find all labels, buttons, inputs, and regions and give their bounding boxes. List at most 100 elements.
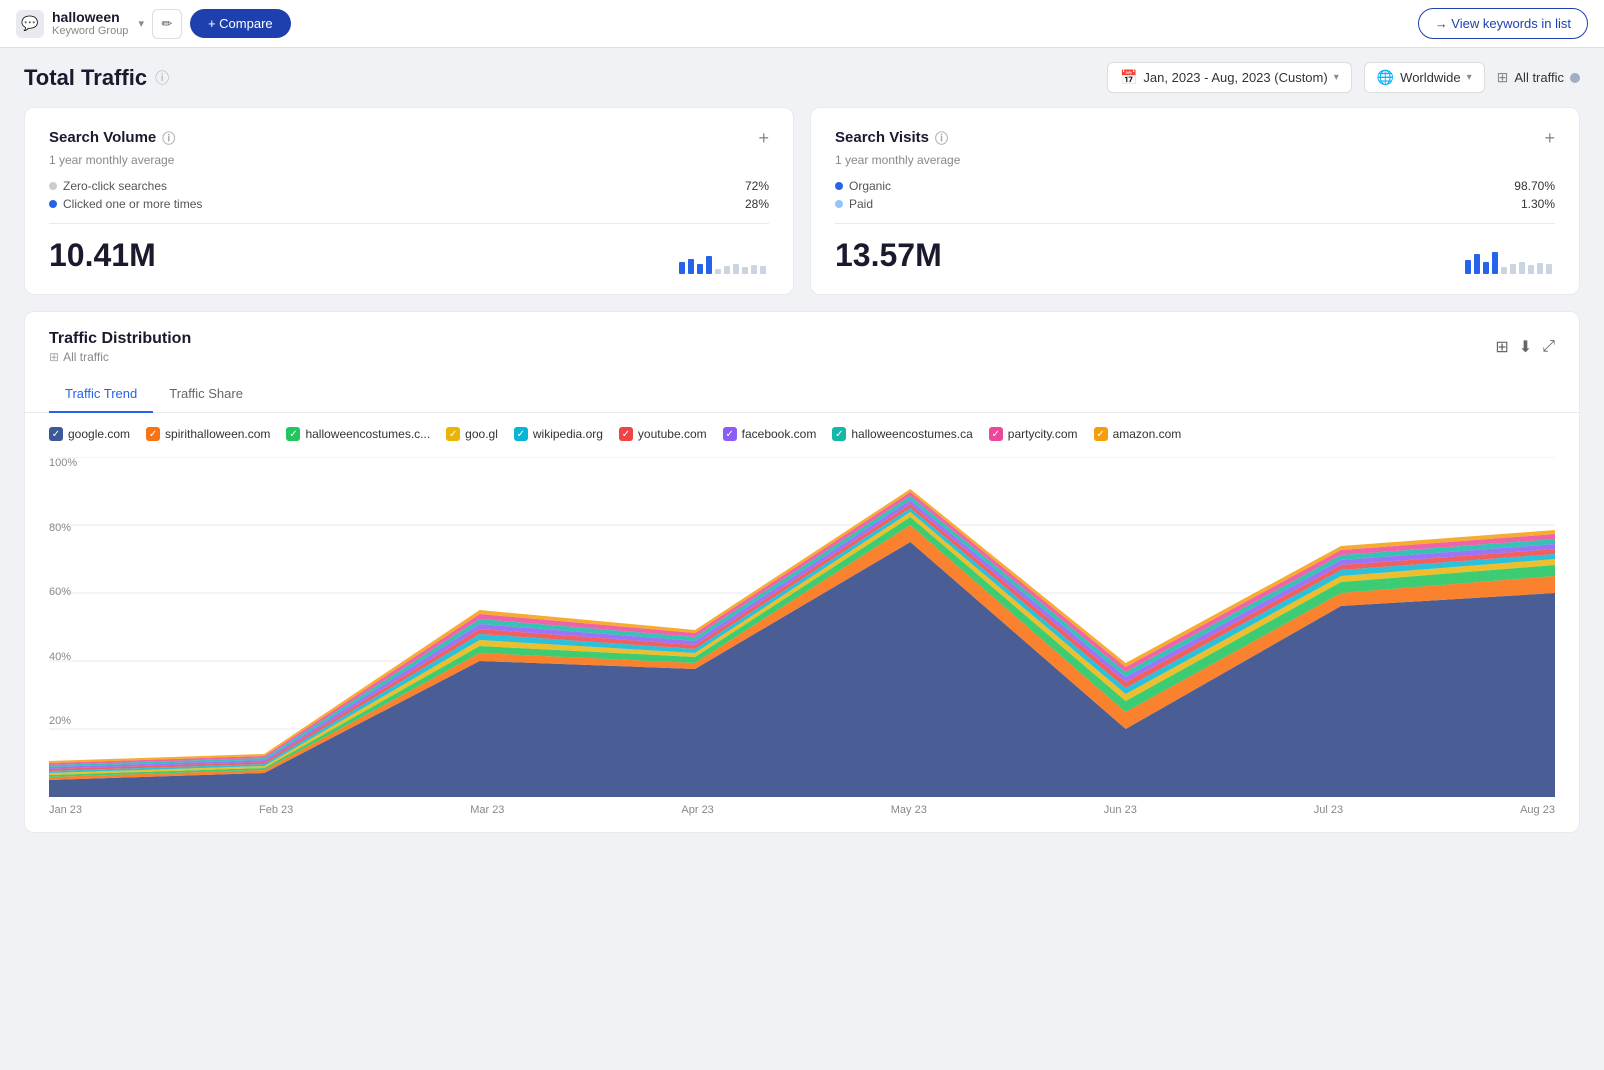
zero-click-row: Zero-click searches 72% (49, 179, 769, 193)
legend-check-partycity: ✓ (989, 427, 1003, 441)
keyword-group-text: halloween Keyword Group (52, 9, 128, 39)
legend-check-googl: ✓ (446, 427, 460, 441)
search-visits-metrics: Organic 98.70% Paid 1.30% (835, 179, 1555, 211)
paid-value: 1.30% (1521, 197, 1555, 211)
paid-dot (835, 200, 843, 208)
legend-check-amazon: ✓ (1094, 427, 1108, 441)
search-visits-total: 13.57M (835, 237, 942, 274)
cards-row: Search Volume ⓘ + 1 year monthly average… (24, 107, 1580, 295)
view-keywords-button[interactable]: → View keywords in list (1418, 8, 1588, 39)
search-volume-add[interactable]: + (758, 128, 769, 149)
dist-title: Traffic Distribution (49, 330, 191, 348)
tabs-row: Traffic Trend Traffic Share (25, 376, 1579, 413)
clicked-row: Clicked one or more times 28% (49, 197, 769, 211)
search-visits-card: Search Visits ⓘ + 1 year monthly average… (810, 107, 1580, 295)
dist-subtitle-icon: ⊞ (49, 350, 59, 364)
paid-row: Paid 1.30% (835, 197, 1555, 211)
traffic-distribution-card: Traffic Distribution ⊞ All traffic ⊞ ⬇ ⤢… (24, 311, 1580, 833)
x-label-jan: Jan 23 (49, 804, 82, 816)
search-visits-info-icon[interactable]: ⓘ (935, 128, 948, 147)
traffic-icon: ⊞ (1497, 69, 1509, 86)
search-volume-total: 10.41M (49, 237, 156, 274)
x-label-mar: Mar 23 (470, 804, 504, 816)
legend-check-youtube: ✓ (619, 427, 633, 441)
search-volume-mini-chart (679, 234, 769, 274)
dist-header: Traffic Distribution ⊞ All traffic ⊞ ⬇ ⤢ (25, 312, 1579, 376)
date-filter-arrow: ▾ (1334, 72, 1339, 83)
search-volume-subtitle: 1 year monthly average (49, 153, 769, 167)
legend-partycity[interactable]: ✓ partycity.com (989, 427, 1078, 441)
legend-check-hcostumes-ca: ✓ (832, 427, 846, 441)
tab-traffic-trend[interactable]: Traffic Trend (49, 376, 153, 413)
geo-filter-label: Worldwide (1400, 70, 1460, 85)
date-filter[interactable]: 📅 Jan, 2023 - Aug, 2023 (Custom) ▾ (1107, 62, 1352, 93)
search-visits-subtitle: 1 year monthly average (835, 153, 1555, 167)
clicked-value: 28% (745, 197, 769, 211)
legend-check-hcostumes: ✓ (286, 427, 300, 441)
legend-hcostumes[interactable]: ✓ halloweencostumes.c... (286, 427, 430, 441)
excel-export-button[interactable]: ⊞ (1495, 337, 1508, 357)
date-filter-label: Jan, 2023 - Aug, 2023 (Custom) (1143, 70, 1327, 85)
x-label-may: May 23 (891, 804, 927, 816)
x-label-aug: Aug 23 (1520, 804, 1555, 816)
dist-subtitle: ⊞ All traffic (49, 350, 191, 364)
zero-click-value: 72% (745, 179, 769, 193)
search-visits-bottom: 13.57M (835, 234, 1555, 274)
legend-check-google: ✓ (49, 427, 63, 441)
search-visits-mini-chart (1465, 234, 1555, 274)
legend-hcostumes-ca[interactable]: ✓ halloweencostumes.ca (832, 427, 972, 441)
share-button[interactable]: ⤢ (1542, 338, 1555, 356)
search-visits-header: Search Visits ⓘ + (835, 128, 1555, 149)
search-volume-card: Search Volume ⓘ + 1 year monthly average… (24, 107, 794, 295)
search-volume-metrics: Zero-click searches 72% Clicked one or m… (49, 179, 769, 211)
keyword-group-dropdown[interactable]: ▾ (138, 17, 144, 30)
search-volume-header: Search Volume ⓘ + (49, 128, 769, 149)
traffic-chart (49, 457, 1555, 797)
search-visits-add[interactable]: + (1544, 128, 1555, 149)
x-label-jun: Jun 23 (1104, 804, 1137, 816)
header-filters: 📅 Jan, 2023 - Aug, 2023 (Custom) ▾ 🌐 Wor… (1107, 62, 1580, 93)
chart-container: 100% 80% 60% 40% 20% (25, 449, 1579, 800)
tab-traffic-share[interactable]: Traffic Share (153, 376, 259, 413)
traffic-filter: ⊞ All traffic (1497, 69, 1580, 86)
legend-amazon[interactable]: ✓ amazon.com (1094, 427, 1182, 441)
page-title: Total Traffic (24, 65, 147, 91)
download-button[interactable]: ⬇ (1519, 337, 1532, 357)
geo-filter-arrow: ▾ (1467, 72, 1472, 83)
edit-button[interactable]: ✏ (152, 9, 182, 39)
legend-facebook[interactable]: ✓ facebook.com (723, 427, 817, 441)
traffic-dot (1570, 73, 1580, 83)
keyword-group-sub: Keyword Group (52, 25, 128, 38)
legend-check-spirit: ✓ (146, 427, 160, 441)
search-visits-title: Search Visits ⓘ (835, 128, 948, 147)
organic-dot (835, 182, 843, 190)
traffic-filter-label: All traffic (1514, 70, 1564, 85)
keyword-group-title: halloween (52, 9, 128, 26)
organic-value: 98.70% (1514, 179, 1555, 193)
organic-label: Organic (835, 179, 891, 193)
x-label-apr: Apr 23 (681, 804, 713, 816)
calendar-icon: 📅 (1120, 69, 1137, 86)
zero-click-label: Zero-click searches (49, 179, 167, 193)
compare-button[interactable]: + Compare (190, 9, 291, 38)
page-header: Total Traffic ⓘ 📅 Jan, 2023 - Aug, 2023 … (0, 48, 1604, 107)
legend-youtube[interactable]: ✓ youtube.com (619, 427, 707, 441)
topbar-left: 💬 halloween Keyword Group ▾ ✏ + Compare (16, 9, 291, 39)
legend-googl[interactable]: ✓ goo.gl (446, 427, 498, 441)
topbar: 💬 halloween Keyword Group ▾ ✏ + Compare … (0, 0, 1604, 48)
geo-filter[interactable]: 🌐 Worldwide ▾ (1364, 62, 1485, 93)
legend-check-facebook: ✓ (723, 427, 737, 441)
legend-wikipedia[interactable]: ✓ wikipedia.org (514, 427, 603, 441)
search-volume-info-icon[interactable]: ⓘ (162, 128, 175, 147)
legend-spirit[interactable]: ✓ spirithalloween.com (146, 427, 270, 441)
x-label-jul: Jul 23 (1314, 804, 1343, 816)
legend-google[interactable]: ✓ google.com (49, 427, 130, 441)
globe-icon: 🌐 (1377, 69, 1394, 86)
search-volume-bottom: 10.41M (49, 234, 769, 274)
x-axis-labels: Jan 23 Feb 23 Mar 23 Apr 23 May 23 Jun 2… (25, 800, 1579, 832)
legend-row: ✓ google.com ✓ spirithalloween.com ✓ hal… (25, 413, 1579, 449)
page-title-info-icon[interactable]: ⓘ (155, 68, 169, 88)
dist-actions: ⊞ ⬇ ⤢ (1495, 337, 1555, 357)
legend-check-wikipedia: ✓ (514, 427, 528, 441)
page-title-row: Total Traffic ⓘ (24, 65, 169, 91)
